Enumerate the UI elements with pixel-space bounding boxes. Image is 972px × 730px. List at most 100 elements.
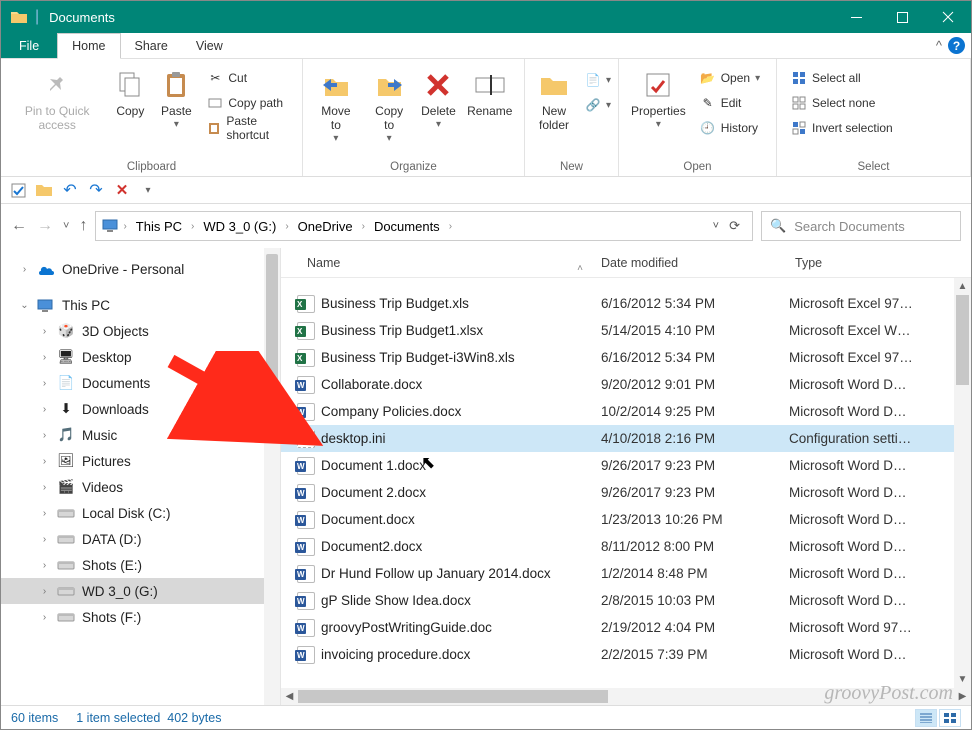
properties-button[interactable]: Properties▾: [625, 63, 692, 132]
qat-properties-icon[interactable]: [9, 181, 27, 199]
expand-icon[interactable]: ›: [39, 612, 50, 623]
help-icon[interactable]: ?: [948, 37, 965, 54]
tab-home[interactable]: Home: [57, 33, 120, 59]
file-row[interactable]: Business Trip Budget1.xlsx5/14/2015 4:10…: [281, 317, 971, 344]
copy-path-button[interactable]: Copy path: [203, 92, 292, 114]
breadcrumb-segment-0[interactable]: This PC: [132, 219, 186, 234]
file-row[interactable]: Business Trip Budget-i3Win8.xls6/16/2012…: [281, 344, 971, 371]
expand-icon[interactable]: ›: [39, 560, 50, 571]
file-row[interactable]: Document.docx1/23/2013 10:26 PMMicrosoft…: [281, 506, 971, 533]
file-row[interactable]: Dr Hund Follow up January 2014.docx1/2/2…: [281, 560, 971, 587]
file-tab[interactable]: File: [1, 33, 57, 58]
paste-button[interactable]: Paste ▾: [153, 63, 199, 132]
copy-button[interactable]: Copy: [107, 63, 153, 121]
file-row[interactable]: Collaborate.docx9/20/2012 9:01 PMMicroso…: [281, 371, 971, 398]
qat-undo-icon[interactable]: ↶: [61, 181, 79, 199]
thumbnails-view-button[interactable]: [939, 709, 961, 727]
column-type[interactable]: Type: [789, 256, 971, 270]
breadcrumb-segment-3[interactable]: Documents: [370, 219, 444, 234]
file-row[interactable]: groovyPostWritingGuide.doc2/19/2012 4:04…: [281, 614, 971, 641]
scrollbar-thumb[interactable]: [298, 690, 608, 703]
delete-button[interactable]: Delete▾: [415, 63, 461, 132]
tab-share[interactable]: Share: [121, 33, 182, 58]
file-row[interactable]: Document2.docx8/11/2012 8:00 PMMicrosoft…: [281, 533, 971, 560]
copy-to-button[interactable]: Copy to▾: [363, 63, 416, 146]
tree-thispc[interactable]: ⌄ This PC: [1, 292, 280, 318]
new-folder-button[interactable]: New folder: [531, 63, 577, 135]
tree-item[interactable]: ›Local Disk (C:): [1, 500, 280, 526]
collapse-ribbon-icon[interactable]: ^: [936, 38, 942, 53]
tree-item[interactable]: ›DATA (D:): [1, 526, 280, 552]
back-button[interactable]: ←: [11, 217, 27, 235]
pin-to-quick-access-button[interactable]: Pin to Quick access: [7, 63, 107, 135]
tree-item[interactable]: ›🖥Desktop: [1, 344, 280, 370]
expand-icon[interactable]: ›: [39, 404, 50, 415]
file-row[interactable]: Business Trip Budget.xls6/16/2012 5:34 P…: [281, 290, 971, 317]
refresh-icon[interactable]: ⟳: [729, 218, 740, 234]
tree-item[interactable]: ›🎵Music: [1, 422, 280, 448]
details-view-button[interactable]: [915, 709, 937, 727]
expand-icon[interactable]: ›: [39, 326, 50, 337]
address-bar[interactable]: › This PC › WD 3_0 (G:) › OneDrive › Doc…: [95, 211, 753, 241]
chevron-down-icon[interactable]: ▾: [174, 119, 179, 131]
history-button[interactable]: 🕘History: [696, 117, 764, 139]
chevron-right-icon[interactable]: ›: [446, 221, 455, 232]
expand-icon[interactable]: ›: [39, 534, 50, 545]
scroll-left-icon[interactable]: ◀: [281, 688, 298, 705]
easy-access-button[interactable]: 🔗▾: [581, 94, 615, 116]
tree-item[interactable]: ›🎬Videos: [1, 474, 280, 500]
expand-icon[interactable]: ›: [39, 352, 50, 363]
select-all-button[interactable]: Select all: [787, 67, 897, 89]
invert-selection-button[interactable]: Invert selection: [787, 117, 897, 139]
select-none-button[interactable]: Select none: [787, 92, 897, 114]
expand-icon[interactable]: ›: [39, 430, 50, 441]
expand-icon[interactable]: ›: [39, 456, 50, 467]
breadcrumb-segment-1[interactable]: WD 3_0 (G:): [199, 219, 280, 234]
column-date[interactable]: Date modified: [601, 256, 789, 270]
column-name[interactable]: Name˄: [281, 256, 601, 270]
expand-icon[interactable]: ›: [39, 482, 50, 493]
qat-new-folder-icon[interactable]: [35, 181, 53, 199]
scroll-right-icon[interactable]: ▶: [954, 688, 971, 705]
search-input[interactable]: 🔍 Search Documents: [761, 211, 961, 241]
chevron-right-icon[interactable]: ›: [188, 221, 197, 232]
file-row[interactable]: gP Slide Show Idea.docx2/8/2015 10:03 PM…: [281, 587, 971, 614]
minimize-button[interactable]: [833, 1, 879, 33]
cut-button[interactable]: ✂Cut: [203, 67, 292, 89]
address-dropdown-icon[interactable]: ˅: [713, 220, 719, 232]
open-button[interactable]: 📂Open▾: [696, 67, 764, 89]
qat-delete-icon[interactable]: ✕: [113, 181, 131, 199]
scroll-up-icon[interactable]: ▲: [954, 278, 971, 295]
tree-item[interactable]: ›🎲3D Objects: [1, 318, 280, 344]
maximize-button[interactable]: [879, 1, 925, 33]
expand-icon[interactable]: ›: [39, 508, 50, 519]
up-button[interactable]: ↑: [79, 217, 87, 235]
file-row[interactable]: Document 2.docx9/26/2017 9:23 PMMicrosof…: [281, 479, 971, 506]
chevron-right-icon[interactable]: ›: [359, 221, 368, 232]
collapse-icon[interactable]: ⌄: [19, 300, 30, 311]
rename-button[interactable]: Rename: [461, 63, 518, 121]
recent-locations-button[interactable]: ˅: [63, 220, 69, 232]
vertical-scrollbar[interactable]: ▲ ▼: [954, 278, 971, 688]
tree-item[interactable]: ›Shots (E:): [1, 552, 280, 578]
paste-shortcut-button[interactable]: Paste shortcut: [203, 117, 292, 139]
expand-icon[interactable]: ›: [39, 586, 50, 597]
scrollbar-thumb[interactable]: [266, 254, 278, 434]
tree-item[interactable]: ›WD 3_0 (G:): [1, 578, 280, 604]
tree-item[interactable]: ›🖼Pictures: [1, 448, 280, 474]
scroll-down-icon[interactable]: ▼: [954, 671, 971, 688]
tree-item[interactable]: ›📄Documents: [1, 370, 280, 396]
edit-button[interactable]: ✎Edit: [696, 92, 764, 114]
tree-item[interactable]: ›⬇Downloads: [1, 396, 280, 422]
chevron-right-icon[interactable]: ›: [120, 221, 129, 232]
chevron-right-icon[interactable]: ›: [282, 221, 291, 232]
navigation-pane[interactable]: › OneDrive - Personal ⌄ This PC ›🎲3D Obj…: [1, 248, 281, 705]
close-button[interactable]: [925, 1, 971, 33]
expand-icon[interactable]: ›: [19, 264, 30, 275]
file-row[interactable]: Document 1.docx9/26/2017 9:23 PMMicrosof…: [281, 452, 971, 479]
tree-scrollbar[interactable]: [264, 248, 280, 705]
tree-item[interactable]: ›Shots (F:): [1, 604, 280, 630]
expand-icon[interactable]: ›: [39, 378, 50, 389]
scrollbar-thumb[interactable]: [956, 295, 969, 385]
file-row[interactable]: Company Policies.docx10/2/2014 9:25 PMMi…: [281, 398, 971, 425]
